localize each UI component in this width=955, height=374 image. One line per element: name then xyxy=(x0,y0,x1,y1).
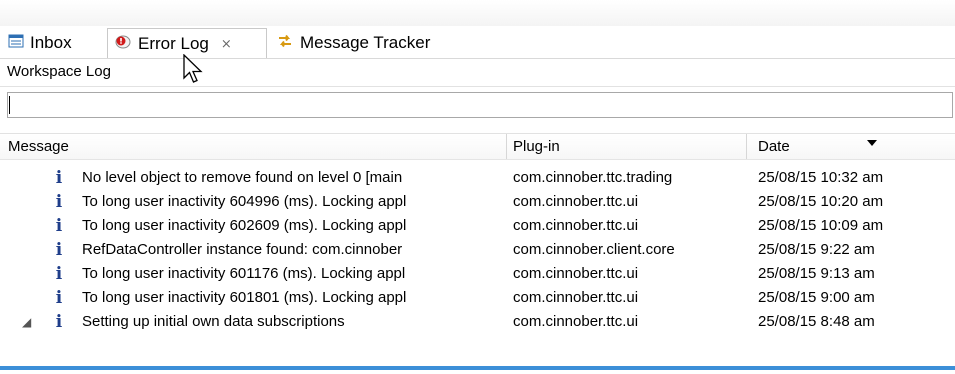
column-header-date[interactable]: Date xyxy=(758,134,790,159)
error-log-icon xyxy=(114,33,132,55)
column-divider[interactable] xyxy=(506,134,507,159)
column-divider[interactable] xyxy=(746,134,747,159)
expand-collapse-icon[interactable]: ◢ xyxy=(22,310,31,334)
column-header-plugin[interactable]: Plug-in xyxy=(513,134,560,159)
view-title-bar: Workspace Log xyxy=(0,60,955,87)
row-plugin: com.cinnober.ttc.ui xyxy=(513,193,639,210)
table-row[interactable]: i To long user inactivity 601176 (ms). L… xyxy=(0,262,955,286)
row-date: 25/08/15 10:09 am xyxy=(758,217,884,234)
table-row[interactable]: i To long user inactivity 602609 (ms). L… xyxy=(0,214,955,238)
text-caret xyxy=(9,96,10,114)
row-date: 25/08/15 8:48 am xyxy=(758,313,875,330)
row-message: To long user inactivity 601176 (ms). Loc… xyxy=(82,265,406,282)
table-row[interactable]: i To long user inactivity 601801 (ms). L… xyxy=(0,286,955,310)
info-icon: i xyxy=(55,264,63,284)
row-date: 25/08/15 9:13 am xyxy=(758,265,875,282)
row-plugin: com.cinnober.ttc.ui xyxy=(513,217,639,234)
info-icon: i xyxy=(55,216,63,236)
close-icon[interactable]: ⨯ xyxy=(221,36,232,52)
filter-input[interactable] xyxy=(8,93,952,117)
selection-indicator-bar xyxy=(0,366,955,370)
table-row[interactable]: i To long user inactivity 604996 (ms). L… xyxy=(0,190,955,214)
table-row[interactable]: ◢ i Setting up initial own data subscrip… xyxy=(0,310,955,334)
row-date: 25/08/15 9:22 am xyxy=(758,241,875,258)
filter-box[interactable] xyxy=(7,92,953,118)
tab-message-tracker-label: Message Tracker xyxy=(300,33,431,52)
tab-message-tracker[interactable]: Message Tracker xyxy=(270,28,480,58)
row-plugin: com.cinnober.ttc.ui xyxy=(513,265,639,282)
row-message: To long user inactivity 601801 (ms). Loc… xyxy=(82,289,407,306)
row-plugin: com.cinnober.ttc.ui xyxy=(513,313,639,330)
top-area xyxy=(0,0,955,26)
row-message: To long user inactivity 602609 (ms). Loc… xyxy=(82,217,407,234)
row-message: RefDataController instance found: com.ci… xyxy=(82,241,403,258)
tab-error-log-label: Error Log xyxy=(138,33,209,53)
tab-bar: Inbox Error Log ⨯ Message Tracker xyxy=(0,26,955,59)
view-title: Workspace Log xyxy=(7,63,111,80)
table-header: Message Plug-in Date xyxy=(0,134,955,160)
row-date: 25/08/15 10:32 am xyxy=(758,169,884,186)
row-message: Setting up initial own data subscription… xyxy=(82,313,345,330)
row-message: To long user inactivity 604996 (ms). Loc… xyxy=(82,193,407,210)
mouse-cursor-icon xyxy=(183,53,205,90)
inbox-icon xyxy=(8,33,24,53)
tab-inbox[interactable]: Inbox xyxy=(2,28,106,58)
sort-descending-icon xyxy=(867,140,877,146)
info-icon: i xyxy=(55,288,63,308)
row-message: No level object to remove found on level… xyxy=(82,169,403,186)
row-plugin: com.cinnober.client.core xyxy=(513,241,675,258)
log-table: Message Plug-in Date i No level object t… xyxy=(0,133,955,370)
row-plugin: com.cinnober.ttc.ui xyxy=(513,289,639,306)
info-icon: i xyxy=(55,192,63,212)
row-date: 25/08/15 9:00 am xyxy=(758,289,875,306)
table-row[interactable]: i RefDataController instance found: com.… xyxy=(0,238,955,262)
table-row[interactable]: i No level object to remove found on lev… xyxy=(0,166,955,190)
info-icon: i xyxy=(55,312,63,332)
message-tracker-icon xyxy=(276,32,294,54)
row-plugin: com.cinnober.ttc.trading xyxy=(513,169,673,186)
row-date: 25/08/15 10:20 am xyxy=(758,193,884,210)
info-icon: i xyxy=(55,240,63,260)
column-header-message[interactable]: Message xyxy=(8,134,69,159)
info-icon: i xyxy=(55,168,63,188)
tab-inbox-label: Inbox xyxy=(30,33,72,52)
